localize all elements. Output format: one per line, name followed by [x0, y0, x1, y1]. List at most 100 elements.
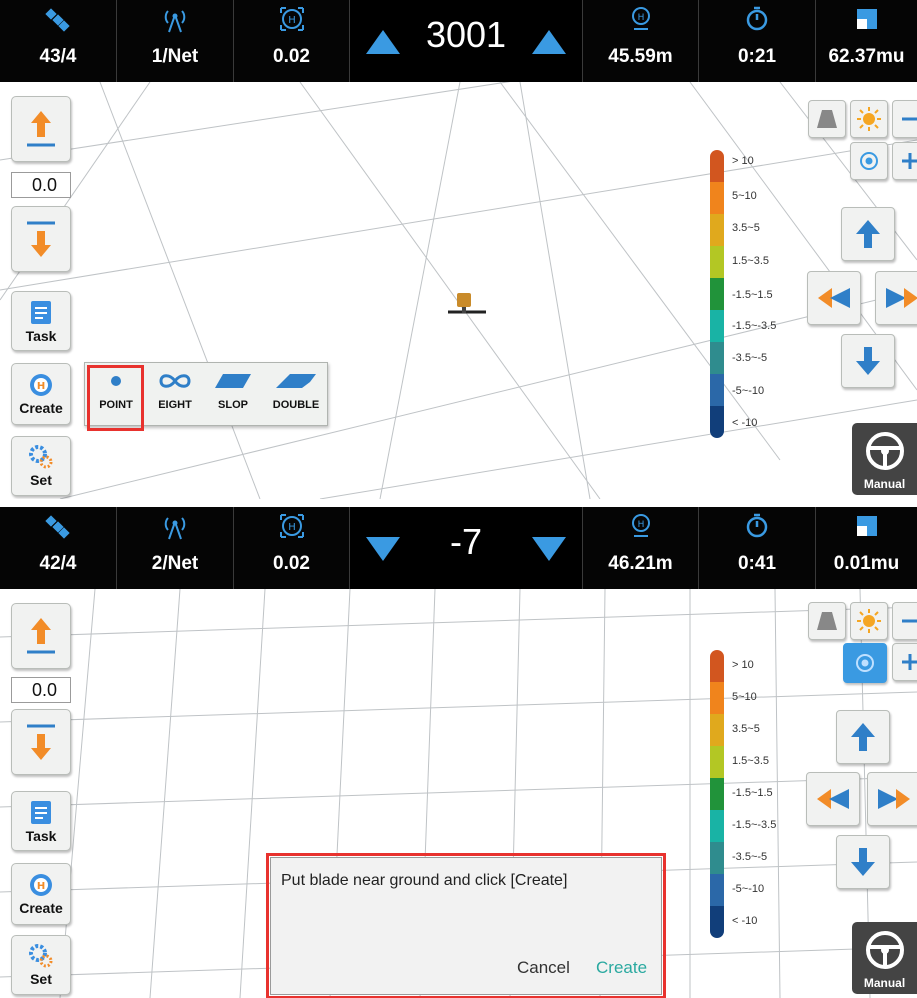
set-button[interactable]: Set — [11, 935, 71, 995]
status-bar: 42/4 2/Net H 0.02 -7 H 46.21m 0:41 0.01m… — [0, 507, 917, 589]
pan-up-button[interactable] — [841, 207, 895, 261]
eight-option[interactable]: EIGHT — [147, 363, 203, 427]
precision-icon: H — [279, 514, 304, 538]
double-option[interactable]: DOUBLE — [265, 363, 327, 427]
legend-label: 1.5~3.5 — [732, 255, 770, 267]
brightness-button[interactable] — [850, 602, 888, 640]
lower-arrow-icon — [27, 724, 55, 760]
manual-mode-button[interactable]: Manual — [852, 423, 917, 495]
offset-value[interactable]: 0.0 — [11, 677, 71, 703]
set-label: Set — [30, 971, 52, 987]
height-value: -7 — [449, 521, 482, 562]
perspective-icon — [817, 110, 837, 128]
lower-blade-button[interactable] — [11, 206, 71, 272]
zoom-in-button[interactable] — [892, 643, 917, 681]
lower-blade-button[interactable] — [11, 709, 71, 775]
pan-left-icon — [818, 288, 850, 308]
zoom-out-button[interactable] — [892, 100, 917, 138]
double-slope-icon — [276, 374, 316, 388]
legend-label: -1.5~1.5 — [732, 787, 773, 799]
dialog-highlight — [266, 853, 666, 998]
pan-left-button[interactable] — [807, 271, 861, 325]
locate-button[interactable] — [850, 142, 888, 180]
task-label: Task — [25, 828, 57, 844]
pan-down-icon — [851, 848, 875, 876]
perspective-button[interactable] — [808, 602, 846, 640]
task-button[interactable]: Task — [11, 791, 71, 851]
legend-label: -3.5~-5 — [732, 851, 768, 863]
create-label: Create — [19, 400, 63, 416]
point-option-highlight — [87, 365, 144, 431]
legend-label: 3.5~5 — [732, 723, 760, 735]
pan-down-button[interactable] — [841, 334, 895, 388]
pan-up-icon — [851, 723, 875, 751]
task-icon — [31, 301, 51, 324]
plus-icon — [902, 153, 917, 169]
raise-blade-button[interactable] — [11, 96, 71, 162]
raise-blade-button[interactable] — [11, 603, 71, 669]
sun-icon — [857, 107, 881, 131]
area-icon — [856, 516, 877, 536]
precision-icon: H — [279, 7, 304, 31]
time-value: 0:41 — [737, 553, 777, 574]
task-button[interactable]: Task — [11, 291, 71, 351]
lower-arrow-icon — [27, 221, 55, 257]
pan-up-icon — [856, 220, 880, 248]
zoom-in-button[interactable] — [892, 142, 917, 180]
height-display: -7 — [350, 507, 582, 589]
time-status: 0:21 — [699, 0, 816, 82]
arrow-up-icon — [366, 30, 400, 54]
satellite-count: 42/4 — [39, 553, 77, 574]
set-label: Set — [30, 472, 52, 488]
legend-label: > 10 — [732, 155, 754, 167]
create-button[interactable]: H Create — [11, 363, 71, 425]
distance-value: 46.21m — [608, 553, 673, 574]
set-button[interactable]: Set — [11, 436, 71, 496]
arrow-down-icon — [366, 537, 400, 561]
location-icon: H — [631, 514, 650, 537]
zoom-out-button[interactable] — [892, 602, 917, 640]
manual-label: Manual — [863, 976, 906, 990]
manual-label: Manual — [863, 477, 906, 491]
offset-value[interactable]: 0.0 — [11, 172, 71, 198]
manual-mode-button[interactable]: Manual — [852, 922, 917, 994]
pan-up-button[interactable] — [836, 710, 890, 764]
legend-label: -5~-10 — [732, 883, 765, 895]
steering-wheel-icon — [865, 432, 904, 470]
legend-label: -3.5~-5 — [732, 352, 768, 364]
legend-label: < -10 — [732, 417, 758, 429]
area-status: 0.01mu — [816, 507, 917, 589]
perspective-button[interactable] — [808, 100, 846, 138]
location-icon: H — [631, 7, 650, 30]
perspective-icon — [817, 612, 837, 630]
double-label: DOUBLE — [272, 399, 320, 411]
precision-value: 0.02 — [273, 553, 310, 574]
pan-left-button[interactable] — [806, 772, 860, 826]
top-screen: 43/4 1/Net H 0.02 3001 H 45.59m 0:21 62.… — [0, 0, 917, 499]
network-status: 2/Net — [117, 507, 234, 589]
area-value: 0.01mu — [833, 553, 900, 574]
settings-icon — [29, 445, 53, 469]
legend-label: < -10 — [732, 915, 758, 927]
pan-down-button[interactable] — [836, 835, 890, 889]
pan-right-button[interactable] — [875, 271, 917, 325]
pan-right-button[interactable] — [867, 772, 917, 826]
locate-icon — [856, 654, 874, 672]
slop-label: SLOP — [218, 399, 248, 411]
locate-button[interactable] — [843, 643, 887, 683]
eight-label: EIGHT — [158, 399, 192, 411]
locate-icon — [860, 152, 878, 170]
svg-text:H: H — [288, 522, 296, 533]
create-button[interactable]: H Create — [11, 863, 71, 925]
antenna-icon — [164, 517, 186, 540]
time-status: 0:41 — [699, 507, 816, 589]
slop-option[interactable]: SLOP — [205, 363, 261, 427]
height-value: 3001 — [425, 14, 507, 55]
status-bar: 43/4 1/Net H 0.02 3001 H 45.59m 0:21 62.… — [0, 0, 917, 82]
satellite-count: 43/4 — [39, 46, 77, 67]
raise-arrow-icon — [27, 618, 55, 654]
brightness-button[interactable] — [850, 100, 888, 138]
settings-icon — [29, 944, 53, 968]
precision-value: 0.02 — [273, 46, 310, 67]
task-label: Task — [25, 328, 57, 344]
